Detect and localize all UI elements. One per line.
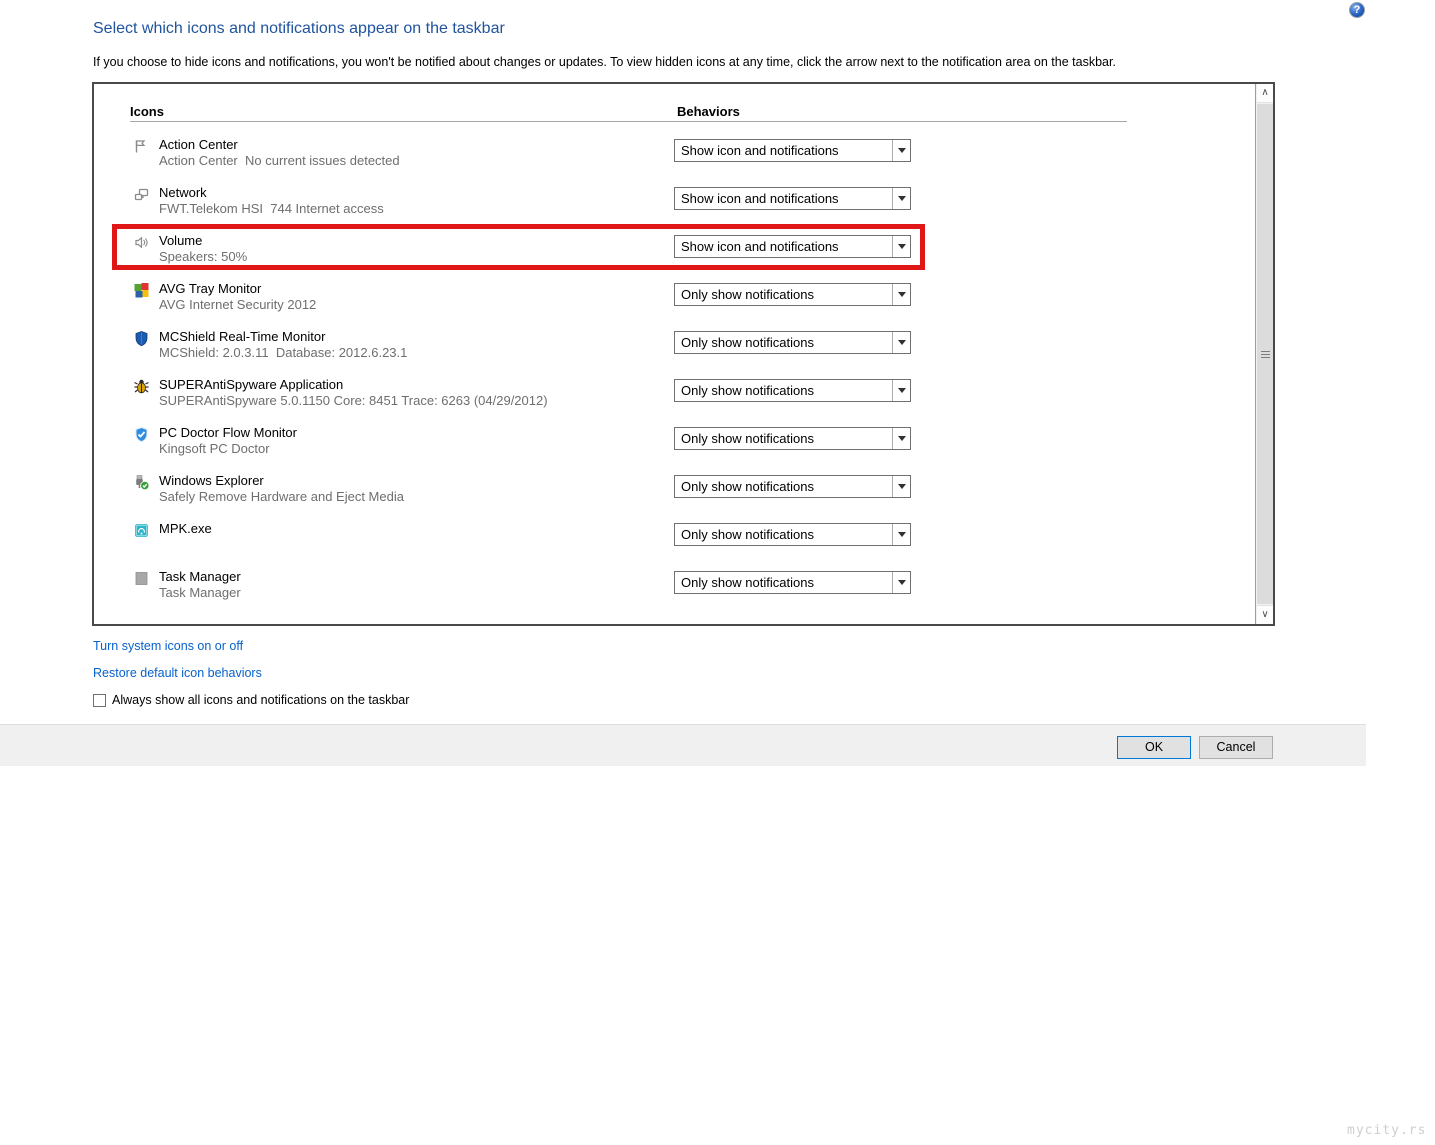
task-manager-icon [133, 570, 150, 587]
notification-icons-list-panel: Icons Behaviors Action Center Action Cen… [92, 82, 1275, 626]
item-description: Kingsoft PC Doctor [159, 441, 270, 456]
item-name: Action Center [159, 137, 238, 152]
chevron-down-icon[interactable] [892, 236, 910, 257]
behavior-select-task-manager[interactable]: Only show notifications [674, 571, 911, 594]
item-name: MCShield Real-Time Monitor [159, 329, 326, 344]
cancel-button[interactable]: Cancel [1199, 736, 1273, 759]
scroll-down-icon[interactable]: ∨ [1257, 605, 1273, 624]
list-item-network: Network FWT.Telekom HSI 744 Internet acc… [94, 181, 1254, 229]
network-icon [133, 186, 150, 203]
column-header-icons: Icons [130, 104, 164, 119]
chevron-down-icon[interactable] [892, 140, 910, 161]
item-name: MPK.exe [159, 521, 212, 536]
always-show-checkbox-label: Always show all icons and notifications … [112, 693, 410, 707]
item-name: Task Manager [159, 569, 241, 584]
item-name: SUPERAntiSpyware Application [159, 377, 344, 392]
list-item-mpk: MPK.exe Only show notifications [94, 517, 1254, 565]
column-header-divider [130, 121, 1127, 122]
list-item-mcshield: MCShield Real-Time Monitor MCShield: 2.0… [94, 325, 1254, 373]
scroll-up-icon[interactable]: ∧ [1257, 84, 1273, 103]
chevron-down-icon[interactable] [892, 188, 910, 209]
chevron-down-icon[interactable] [892, 524, 910, 545]
link-turn-system-icons[interactable]: Turn system icons on or off [93, 639, 243, 653]
flag-icon [133, 138, 150, 155]
item-description: SUPERAntiSpyware 5.0.1150 Core: 8451 Tra… [159, 393, 548, 408]
avg-icon [133, 282, 150, 299]
item-description: AVG Internet Security 2012 [159, 297, 317, 312]
page-description: If you choose to hide icons and notifica… [93, 55, 1116, 69]
chevron-down-icon[interactable] [892, 476, 910, 497]
page-title: Select which icons and notifications app… [93, 20, 505, 37]
link-restore-defaults[interactable]: Restore default icon behaviors [93, 666, 262, 680]
item-description: FWT.Telekom HSI 744 Internet access [159, 201, 384, 216]
scrollbar-thumb[interactable] [1257, 104, 1273, 604]
column-header-behaviors: Behaviors [677, 104, 740, 119]
list-item-superantispyware: SUPERAntiSpyware Application SUPERAntiSp… [94, 373, 1254, 421]
list-item-avg-tray-monitor: AVG Tray Monitor AVG Internet Security 2… [94, 277, 1254, 325]
item-description: Action Center No current issues detected [159, 153, 400, 168]
behavior-select-avg[interactable]: Only show notifications [674, 283, 911, 306]
item-description: Speakers: 50% [159, 249, 248, 264]
chevron-down-icon[interactable] [892, 284, 910, 305]
ok-button[interactable]: OK [1117, 736, 1191, 759]
chevron-down-icon[interactable] [892, 428, 910, 449]
icon-list: Action Center Action Center No current i… [94, 133, 1254, 613]
list-item-windows-explorer: Windows Explorer Safely Remove Hardware … [94, 469, 1254, 517]
always-show-checkbox[interactable] [93, 693, 106, 707]
behavior-select-pc-doctor[interactable]: Only show notifications [674, 427, 911, 450]
mpk-icon [133, 522, 150, 539]
behavior-select-windows-explorer[interactable]: Only show notifications [674, 475, 911, 498]
item-description: MCShield: 2.0.3.11 Database: 2012.6.23.1 [159, 345, 408, 360]
speaker-icon [133, 234, 150, 251]
list-item-volume: Volume Speakers: 50% Show icon and notif… [94, 229, 1254, 277]
chevron-down-icon[interactable] [892, 332, 910, 353]
chevron-down-icon[interactable] [892, 380, 910, 401]
list-item-pc-doctor: PC Doctor Flow Monitor Kingsoft PC Docto… [94, 421, 1254, 469]
list-item-action-center: Action Center Action Center No current i… [94, 133, 1254, 181]
item-description: Task Manager [159, 585, 241, 600]
item-name: AVG Tray Monitor [159, 281, 262, 296]
item-name: Volume [159, 233, 203, 248]
behavior-select-volume[interactable]: Show icon and notifications [674, 235, 911, 258]
chevron-down-icon[interactable] [892, 572, 910, 593]
item-name: Windows Explorer [159, 473, 264, 488]
behavior-select-mpk[interactable]: Only show notifications [674, 523, 911, 546]
item-name: PC Doctor Flow Monitor [159, 425, 297, 440]
vertical-scrollbar[interactable]: ∧ ∨ [1255, 84, 1273, 624]
behavior-select-network[interactable]: Show icon and notifications [674, 187, 911, 210]
always-show-checkbox-row: Always show all icons and notifications … [93, 693, 409, 707]
shield-icon [133, 330, 150, 347]
item-description: Safely Remove Hardware and Eject Media [159, 489, 404, 504]
behavior-select-mcshield[interactable]: Only show notifications [674, 331, 911, 354]
item-name: Network [159, 185, 207, 200]
dialog-footer-bar: OK Cancel [0, 724, 1366, 766]
list-item-task-manager: Task Manager Task Manager Only show noti… [94, 565, 1254, 613]
help-icon[interactable]: ? [1349, 2, 1365, 18]
bug-icon [133, 378, 150, 395]
behavior-select-action-center[interactable]: Show icon and notifications [674, 139, 911, 162]
scrollbar-grip-icon [1260, 350, 1270, 358]
behavior-select-superantispyware[interactable]: Only show notifications [674, 379, 911, 402]
usb-eject-icon [133, 474, 150, 491]
watermark: mycity.rs [1347, 1123, 1427, 1138]
shield-check-icon [133, 426, 150, 443]
